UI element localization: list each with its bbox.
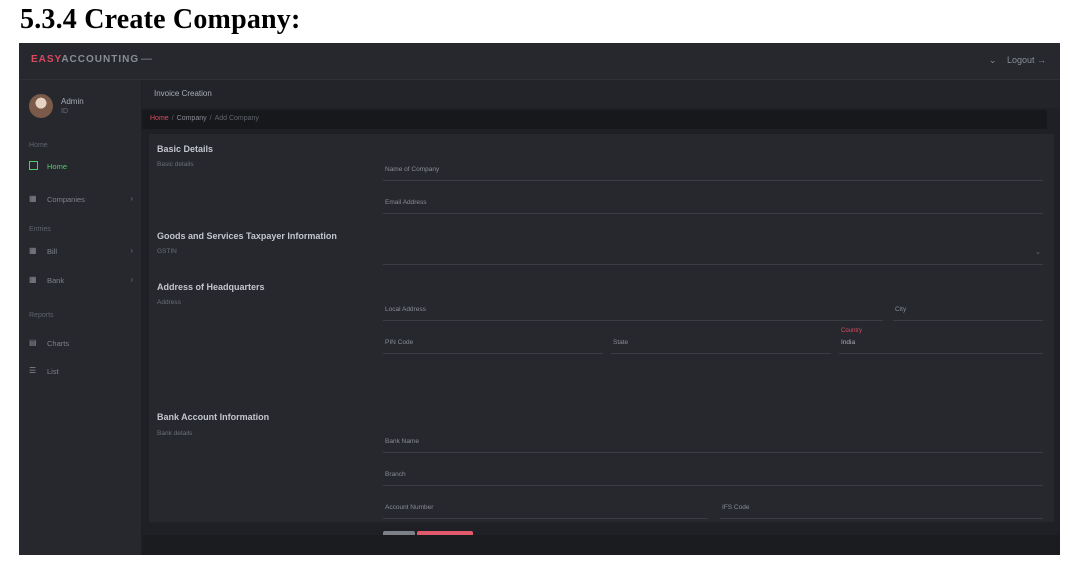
sidebar-item-bill[interactable]: ▦ Bill ›	[27, 243, 137, 261]
section-help-basic: Basic details	[157, 161, 194, 168]
sidebar-item-home[interactable]: Home	[27, 158, 137, 176]
user-sub: ID	[61, 108, 68, 115]
ifsc-input[interactable]: IFS Code	[720, 496, 1043, 519]
sidebar-item-label: Bill	[47, 247, 58, 256]
sidebar-item-label: Home	[47, 162, 68, 171]
chevron-down-icon: ⌄	[1035, 249, 1041, 256]
menu-icon[interactable]: —	[141, 53, 152, 65]
chevron-right-icon: ›	[130, 275, 133, 284]
sidebar-item-label: List	[47, 367, 59, 376]
logout-icon[interactable]: →	[1037, 55, 1046, 65]
page-header: Invoice Creation	[142, 80, 1060, 108]
account-number-input[interactable]: Account Number	[383, 496, 708, 519]
document-heading: 5.3.4 Create Company:	[20, 4, 301, 35]
topbar-right: ⌄ Logout →	[989, 55, 1046, 66]
brand-logo[interactable]: EASYACCOUNTING	[31, 54, 139, 65]
sidebar-item-bank[interactable]: ▦ Bank ›	[27, 272, 137, 290]
bank-name-input[interactable]: Bank Name	[383, 430, 1043, 453]
gstin-select[interactable]: ⌄	[383, 242, 1043, 265]
breadcrumb-company[interactable]: Company	[177, 115, 207, 122]
section-title-address: Address of Headquarters	[157, 282, 265, 292]
sidebar-section-main: Home	[29, 142, 48, 149]
brand-part-2: ACCOUNTING	[61, 54, 140, 65]
page-title: Invoice Creation	[154, 89, 212, 98]
create-company-form: Basic Details Basic details Name of Comp…	[149, 134, 1054, 549]
chevron-right-icon: ›	[130, 246, 133, 255]
chart-icon: ▤	[29, 338, 37, 347]
email-field[interactable]: Email Address	[383, 191, 1043, 214]
sidebar-item-charts[interactable]: ▤ Charts	[27, 335, 137, 353]
user-name: Admin	[61, 97, 84, 106]
city-input[interactable]: City	[893, 298, 1043, 321]
state-input[interactable]: State	[611, 331, 831, 354]
sidebar-item-label: Charts	[47, 339, 70, 348]
sidebar-section-entries: Entries	[29, 226, 51, 233]
pin-code-input[interactable]: PIN Code	[383, 331, 603, 354]
branch-input[interactable]: Branch	[383, 463, 1043, 486]
avatar	[29, 94, 53, 118]
chevron-right-icon: ›	[130, 194, 133, 203]
country-select[interactable]: Country India	[839, 328, 1043, 354]
user-panel[interactable]: Admin ID	[29, 94, 139, 124]
section-help-bank: Bank details	[157, 430, 193, 437]
sidebar-item-companies[interactable]: ▦ Companies ›	[27, 191, 137, 209]
building-icon: ▦	[29, 194, 37, 203]
section-help-address: Address	[157, 299, 181, 306]
sidebar-section-reports: Reports	[29, 312, 54, 319]
home-icon	[29, 161, 38, 170]
section-help-gst: GSTIN	[157, 248, 177, 255]
company-name-input[interactable]: Name of Company	[383, 158, 1043, 181]
section-title-basic: Basic Details	[157, 144, 214, 154]
sidebar: Admin ID Home Home ▦ Companies › Entries…	[19, 80, 141, 555]
file-icon: ▦	[29, 246, 37, 255]
logout-link[interactable]: Logout	[1007, 55, 1035, 65]
sidebar-item-label: Companies	[47, 195, 85, 204]
bank-icon: ▦	[29, 275, 37, 284]
brand-part-1: EASY	[31, 54, 62, 65]
breadcrumb-current: Add Company	[214, 115, 259, 122]
sidebar-item-list[interactable]: ☰ List	[27, 363, 137, 381]
local-address-input[interactable]: Local Address	[383, 298, 883, 321]
section-title-bank: Bank Account Information	[157, 412, 270, 422]
list-icon: ☰	[29, 366, 37, 375]
breadcrumb: Home / Company / Add Company	[142, 110, 1047, 129]
footer	[142, 535, 1060, 555]
section-title-gst: Goods and Services Taxpayer Information	[157, 231, 337, 241]
chevron-down-icon[interactable]: ⌄	[989, 55, 997, 65]
breadcrumb-home[interactable]: Home	[150, 115, 169, 122]
sidebar-item-label: Bank	[47, 276, 65, 285]
top-bar: EASYACCOUNTING — ⌄ Logout →	[19, 43, 1060, 80]
app-screenshot: EASYACCOUNTING — ⌄ Logout → Admin ID Hom…	[19, 43, 1060, 555]
